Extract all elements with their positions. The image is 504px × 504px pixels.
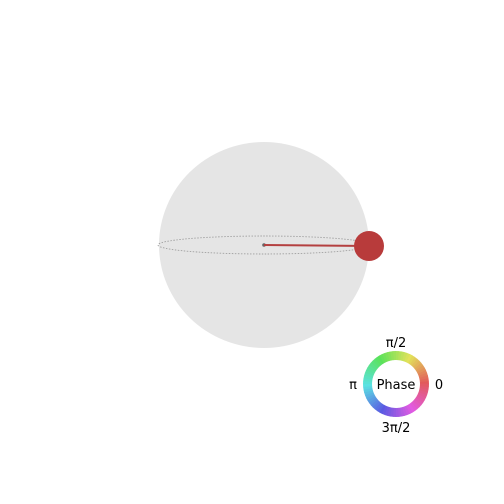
phase-label-pi-over-2: π/2 — [386, 336, 406, 351]
qsphere-figure: Phase π/2 π 0 3π/2 — [157, 142, 443, 436]
state-vector-line — [263, 244, 370, 247]
phase-label-zero: 0 — [435, 378, 443, 393]
phase-label-3pi-over-2: 3π/2 — [382, 421, 411, 436]
phase-label-pi: π — [349, 378, 357, 393]
phase-wheel-center-label: Phase — [377, 378, 416, 393]
state-marker — [354, 231, 384, 261]
